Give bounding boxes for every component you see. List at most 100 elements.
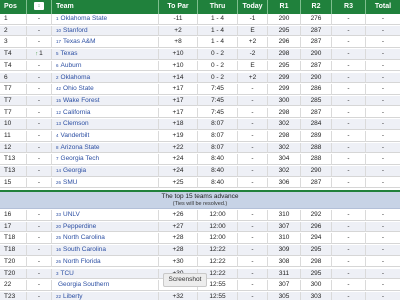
cell-total: - xyxy=(381,26,385,34)
col-header-r1[interactable]: R1 xyxy=(268,0,301,14)
cell-total: - xyxy=(381,211,385,218)
team-link[interactable]: Ohio State xyxy=(63,85,94,92)
table-row: 6-2 Oklahoma +14 0 - 2 +2 299 290- - xyxy=(0,72,400,83)
cell-total: - xyxy=(381,50,385,58)
team-link[interactable]: UNLV xyxy=(63,211,80,218)
cell-today: - xyxy=(238,84,268,95)
cell-r2: 289 xyxy=(301,131,332,142)
cell-pos: 12 xyxy=(0,142,27,154)
team-link[interactable]: Georgia xyxy=(63,167,86,174)
team-link[interactable]: Liberty xyxy=(63,293,83,300)
table-row: T18-25 North Carolina +28 12:00-310 294- - xyxy=(0,233,400,244)
cell-to-par: -11 xyxy=(159,14,198,25)
cell-team: 1 Oklahoma State xyxy=(52,14,159,25)
cell-r2: 290 xyxy=(301,166,332,177)
team-link[interactable]: Georgia Southern xyxy=(58,281,109,288)
cell-total: - xyxy=(381,246,385,254)
cell-r3: - xyxy=(332,221,366,233)
cell-thru: 8:40 xyxy=(198,166,238,177)
cell-team: 10 Stanford xyxy=(52,25,159,37)
cell-total: - xyxy=(381,234,385,242)
team-link[interactable]: Vanderbilt xyxy=(61,132,90,139)
cell-team: 15 Wake Forest xyxy=(52,95,159,107)
team-link[interactable]: Auburn xyxy=(61,62,82,69)
sort-toggle-icon[interactable]: ↕ xyxy=(34,2,44,11)
team-link[interactable]: Oklahoma State xyxy=(61,15,108,22)
position-move: - xyxy=(37,120,41,128)
table-row: T7-42 Ohio State +17 7:45-299 286- - xyxy=(0,84,400,95)
team-link[interactable]: Pepperdine xyxy=(63,223,96,230)
col-header-total[interactable]: Total xyxy=(366,0,400,14)
advance-notice-title: The top 15 teams advance xyxy=(161,193,239,200)
cell-today: - xyxy=(238,142,268,154)
col-header-r2[interactable]: R2 xyxy=(301,0,332,14)
cell-r2: 276 xyxy=(301,14,332,25)
cell-total: - xyxy=(381,269,385,277)
team-link[interactable]: Stanford xyxy=(63,27,88,34)
col-header-to-par[interactable]: To Par xyxy=(159,0,198,14)
cell-r2: 298 xyxy=(301,256,332,268)
cell-r1: 307 xyxy=(268,221,301,233)
cell-thru: 1 - 4 xyxy=(198,37,238,48)
team-seed: 5 xyxy=(56,51,59,57)
team-link[interactable]: California xyxy=(63,109,90,116)
team-link[interactable]: Clemson xyxy=(63,120,89,127)
team-link[interactable]: North Carolina xyxy=(63,234,105,241)
cell-move: - xyxy=(27,245,52,256)
cell-r2: 286 xyxy=(301,84,332,95)
team-link[interactable]: Texas A&M xyxy=(63,38,96,45)
cell-team: 5 Texas xyxy=(52,49,159,60)
team-link[interactable]: North Florida xyxy=(63,258,101,265)
cell-today: - xyxy=(238,245,268,256)
cell-r2: 288 xyxy=(301,142,332,154)
position-move: - xyxy=(37,155,41,163)
cell-move: - xyxy=(27,131,52,142)
cell-r1: 298 xyxy=(268,49,301,60)
cell-pos: T7 xyxy=(0,84,27,95)
cell-team: 42 Ohio State xyxy=(52,84,159,95)
cell-thru: 7:45 xyxy=(198,95,238,107)
team-link[interactable]: Wake Forest xyxy=(63,97,100,104)
cell-team: 20 Pepperdine xyxy=(52,221,159,233)
team-link[interactable]: Texas xyxy=(61,50,78,57)
table-row: T23-22 Liberty +32 12:55-305 303- - xyxy=(0,291,400,300)
col-header-sort[interactable]: ↕ xyxy=(27,0,52,14)
team-seed: 7 xyxy=(56,156,59,162)
cell-today: +2 xyxy=(238,37,268,48)
position-move: - xyxy=(37,73,41,81)
col-header-today[interactable]: Today xyxy=(238,0,268,14)
cell-r3: - xyxy=(332,72,366,83)
team-link[interactable]: Oklahoma xyxy=(61,74,91,81)
cell-r3: - xyxy=(332,14,366,25)
cell-total: - xyxy=(381,108,385,116)
team-link[interactable]: South Carolina xyxy=(63,246,106,253)
team-seed: 14 xyxy=(56,168,62,174)
table-row: T18-16 South Carolina +28 12:22-309 295- - xyxy=(0,245,400,256)
cell-r3: - xyxy=(332,291,366,300)
position-move: - xyxy=(37,281,41,289)
cell-total: - xyxy=(381,120,385,128)
col-header-pos[interactable]: Pos xyxy=(0,0,27,14)
cell-r2: 290 xyxy=(301,49,332,60)
cell-today: - xyxy=(238,233,268,244)
position-move: - xyxy=(37,108,41,116)
cell-r1: 295 xyxy=(268,60,301,72)
cell-r3: - xyxy=(332,60,366,72)
col-header-thru[interactable]: Thru xyxy=(198,0,238,14)
team-link[interactable]: Georgia Tech xyxy=(61,155,100,162)
position-move: - xyxy=(37,292,41,300)
cell-move: - xyxy=(27,166,52,177)
table-row: 16-33 UNLV +26 12:00-310 292- - xyxy=(0,210,400,221)
cell-move: - xyxy=(27,280,52,291)
cell-to-par: +18 xyxy=(159,119,198,130)
team-link[interactable]: Arizona State xyxy=(61,144,100,151)
cell-total: - xyxy=(381,73,385,81)
cell-thru: 7:45 xyxy=(198,107,238,119)
cell-move: - xyxy=(27,291,52,300)
position-move: - xyxy=(37,234,41,242)
col-header-team[interactable]: Team xyxy=(52,0,159,14)
team-link[interactable]: SMU xyxy=(63,179,77,186)
cell-move: - xyxy=(27,210,52,221)
col-header-r3[interactable]: R3 xyxy=(332,0,366,14)
team-link[interactable]: TCU xyxy=(61,270,74,277)
